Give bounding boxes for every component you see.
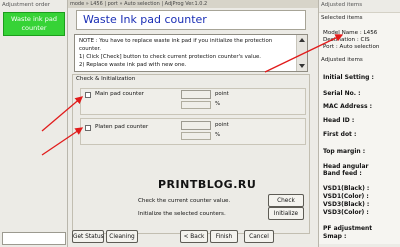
scroll-up-icon[interactable]: [299, 38, 305, 42]
right-pane-title: Adjusted items: [321, 2, 363, 8]
platen-pad-percent-field: [181, 132, 211, 140]
platen-pad-point-unit: point: [215, 122, 229, 128]
cleaning-button[interactable]: Cleaning: [106, 230, 138, 243]
adjusted-row: Top margin :: [323, 148, 366, 155]
adjusted-row: Head angular: [323, 163, 369, 170]
adjusted-row: First dot :: [323, 131, 357, 138]
watermark-text: PRINTBLOG.RU: [158, 178, 257, 191]
scroll-down-icon[interactable]: [299, 64, 305, 68]
get-status-button[interactable]: Get Status: [72, 230, 104, 243]
platen-pad-checkbox[interactable]: [85, 125, 91, 131]
note-line: 1) Click [Check] button to check current…: [79, 54, 262, 60]
main-pad-percent-field: [181, 101, 211, 109]
right-pane: Adjusted items Selected items Model Name…: [318, 0, 400, 247]
main-pad-percent-unit: %: [215, 101, 221, 107]
platen-pad-point-field: [181, 121, 211, 130]
dialog-header-bar: mode » L456 | port » Auto selection | Ad…: [68, 0, 318, 8]
adjusted-row: Band feed :: [323, 170, 362, 177]
adjusted-items-panel: Selected items Model Name : L456 Destina…: [319, 12, 400, 244]
adjusted-row: Head ID :: [323, 117, 355, 124]
waste-ink-dialog: mode » L456 | port » Auto selection | Ad…: [68, 0, 318, 247]
note-line: counter.: [79, 46, 101, 52]
adjusted-row: VSD1(Black) :: [323, 185, 370, 192]
destination-row: Destination : CIS: [323, 37, 370, 43]
platen-pad-label: Platen pad counter: [95, 124, 149, 130]
note-line: 2) Replace waste ink pad with new one.: [79, 62, 187, 68]
main-pad-checkbox[interactable]: [85, 92, 91, 98]
left-pane: Adjustment order Waste ink pad counter: [0, 0, 68, 247]
adjusted-row: VSD3(Color) :: [323, 209, 369, 216]
adjusted-row: PF adjustment: [323, 225, 373, 232]
note-scrollbar[interactable]: [296, 35, 307, 71]
adjusted-row: VSD1(Color) :: [323, 193, 369, 200]
note-textbox: NOTE : You have to replace waste ink pad…: [74, 34, 308, 72]
port-row: Port : Auto selection: [323, 44, 380, 50]
note-line: NOTE : You have to replace waste ink pad…: [79, 38, 273, 44]
adjusted-items-header: Adjusted items: [321, 57, 363, 63]
check-button[interactable]: Check: [268, 194, 304, 207]
adjusted-row: Smap :: [323, 233, 347, 240]
back-button[interactable]: < Back: [180, 230, 208, 243]
main-pad-point-field: [181, 90, 211, 99]
initialize-description: Initialize the selected counters.: [138, 211, 226, 217]
platen-pad-percent-unit: %: [215, 132, 221, 138]
adjustment-item-waste-ink-pad-counter[interactable]: Waste ink pad counter: [3, 12, 65, 36]
main-pad-point-unit: point: [215, 91, 229, 97]
main-pad-label: Main pad counter: [95, 91, 144, 97]
check-description: Check the current counter value.: [138, 198, 231, 204]
initialize-button[interactable]: Initialize: [268, 207, 304, 220]
adjusted-row: VSD3(Black) :: [323, 201, 370, 208]
selected-items-header: Selected items: [321, 15, 363, 21]
finish-button[interactable]: Finish: [210, 230, 238, 243]
dialog-title: Waste Ink pad counter: [76, 10, 306, 30]
group-title: Check & Initialization: [76, 76, 136, 82]
cancel-button[interactable]: Cancel: [244, 230, 274, 243]
adjusted-row: MAC Address :: [323, 103, 372, 110]
adjusted-row: Initial Setting :: [323, 74, 374, 81]
left-pane-title: Adjustment order: [2, 2, 50, 8]
adjusted-row: Serial No. :: [323, 90, 361, 97]
left-pane-scroll-area[interactable]: [2, 232, 66, 245]
model-name-row: Model Name : L456: [323, 30, 378, 36]
